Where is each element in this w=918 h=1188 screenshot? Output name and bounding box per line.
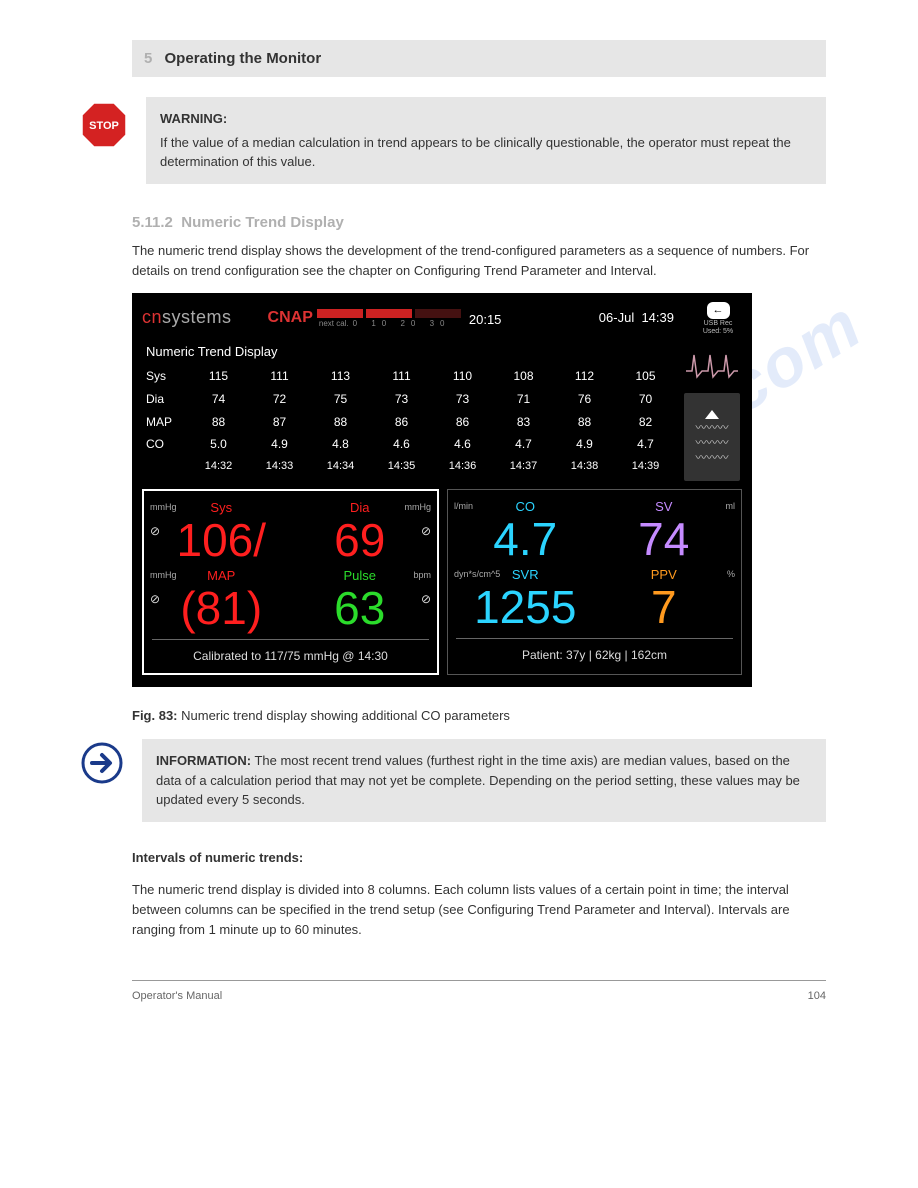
table-row: MAP 8887888686838882: [142, 411, 676, 434]
figure-number: Fig. 83:: [132, 708, 178, 723]
nextcal-label: next cal.: [319, 318, 349, 329]
figure-caption: Fig. 83: Numeric trend display showing a…: [132, 707, 826, 725]
table-row: 14:3214:3314:3414:3514:3614:3714:3814:39: [142, 456, 676, 477]
unit-mmhg: mmHg: [405, 501, 432, 514]
alarm-off-icon: ⊘: [150, 523, 160, 540]
page-footer: Operator's Manual 104: [132, 980, 826, 1004]
info-body: The most recent trend values (furthest r…: [156, 753, 800, 807]
cnap-label: CNAP: [268, 307, 313, 329]
footer-page: 104: [808, 989, 826, 1004]
unit-ml: ml: [726, 500, 736, 513]
subsection-number: 5.11.2: [132, 214, 173, 231]
bp-panel[interactable]: mmHg ⊘ Sys 106/ mmHg ⊘ Dia 69 mmHg: [142, 489, 439, 675]
cnap-bars: [317, 309, 461, 318]
wave-icon: 〰〰〰: [696, 438, 729, 449]
waveform-thumbnail[interactable]: [684, 341, 740, 387]
co-panel[interactable]: l/min CO 4.7 ml SV 74 dyn*s/cm^5 SVR 125…: [447, 489, 742, 675]
trend-title: Numeric Trend Display: [146, 343, 676, 361]
logo-sys: systems: [162, 307, 232, 327]
warning-body: If the value of a median calculation in …: [160, 135, 791, 170]
section-title: Operating the Monitor: [165, 50, 322, 67]
table-row: Dia 7472757373717670: [142, 388, 676, 411]
monitor-screenshot: cnsystems CNAP next cal. 0 10 20 30 20:1…: [132, 293, 752, 687]
trend-label-co: CO: [142, 433, 188, 456]
warning-heading: WARNING:: [160, 109, 812, 129]
intervals-body: The numeric trend display is divided int…: [132, 880, 826, 940]
warning-box: WARNING: If the value of a median calcul…: [146, 97, 826, 184]
usb-badge[interactable]: ← USB Rec Used: 5%: [694, 300, 742, 335]
usb-arrow-icon: ←: [707, 302, 730, 319]
info-arrow-icon: [80, 741, 124, 785]
cnap-timer: 20:15: [469, 311, 502, 329]
svg-text:STOP: STOP: [89, 120, 119, 132]
waveform-expand-button[interactable]: 〰〰〰 〰〰〰 〰〰〰: [684, 393, 740, 481]
patient-info: Patient: 37y | 62kg | 162cm: [456, 638, 733, 664]
alarm-off-icon: ⊘: [421, 523, 431, 540]
monitor-logo: cnsystems: [142, 305, 232, 330]
sv-value: 74: [595, 516, 734, 562]
ppv-value: 7: [595, 584, 734, 630]
trend-label-dia: Dia: [142, 388, 188, 411]
unit-lmin: l/min: [454, 500, 473, 513]
wave-icon: 〰〰〰: [696, 423, 729, 434]
table-row: CO 5.04.94.84.64.64.74.94.7: [142, 433, 676, 456]
unit-pct: %: [727, 568, 735, 581]
monitor-date: 06-Jul: [599, 310, 634, 325]
dia-value: 69: [291, 517, 430, 563]
pulse-value: 63: [291, 585, 430, 631]
usb-line1: USB Rec: [694, 320, 742, 327]
footer-left: Operator's Manual: [132, 989, 222, 1004]
monitor-datetime: 06-Jul 14:39: [599, 309, 674, 327]
section-header: 5 Operating the Monitor: [132, 40, 826, 77]
cnap-ticks: 0 10 20 30: [353, 318, 451, 329]
stop-icon: STOP: [80, 101, 128, 149]
co-value: 4.7: [456, 516, 595, 562]
intervals-heading: Intervals of numeric trends:: [132, 850, 303, 865]
alarm-off-icon: ⊘: [150, 591, 160, 608]
chevron-up-icon: [705, 410, 719, 419]
intro-paragraph: The numeric trend display shows the deve…: [132, 241, 826, 281]
information-box: INFORMATION: The most recent trend value…: [142, 739, 826, 822]
map-value: (81): [152, 585, 291, 631]
wave-icon: 〰〰〰: [696, 453, 729, 464]
unit-dyn: dyn*s/cm^5: [454, 568, 500, 581]
table-row: Sys 115111113111110108112105: [142, 365, 676, 388]
unit-mmhg: mmHg: [150, 569, 177, 582]
svr-value: 1255: [456, 584, 595, 630]
unit-mmhg: mmHg: [150, 501, 177, 514]
alarm-off-icon: ⊘: [421, 591, 431, 608]
info-heading: INFORMATION:: [156, 753, 251, 768]
subsection-title: Numeric Trend Display: [181, 214, 344, 231]
trend-label-sys: Sys: [142, 365, 188, 388]
sys-value: 106/: [152, 517, 291, 563]
logo-cn: cn: [142, 307, 162, 327]
usb-line2: Used: 5%: [694, 328, 742, 335]
monitor-time: 14:39: [641, 310, 674, 325]
calibration-text: Calibrated to 117/75 mmHg @ 14:30: [152, 639, 429, 665]
figure-text: Numeric trend display showing additional…: [178, 708, 510, 723]
trend-label-map: MAP: [142, 411, 188, 434]
section-number: 5: [144, 50, 152, 67]
unit-bpm: bpm: [413, 569, 431, 582]
trend-table: Sys 115111113111110108112105 Dia 7472757…: [142, 365, 676, 478]
